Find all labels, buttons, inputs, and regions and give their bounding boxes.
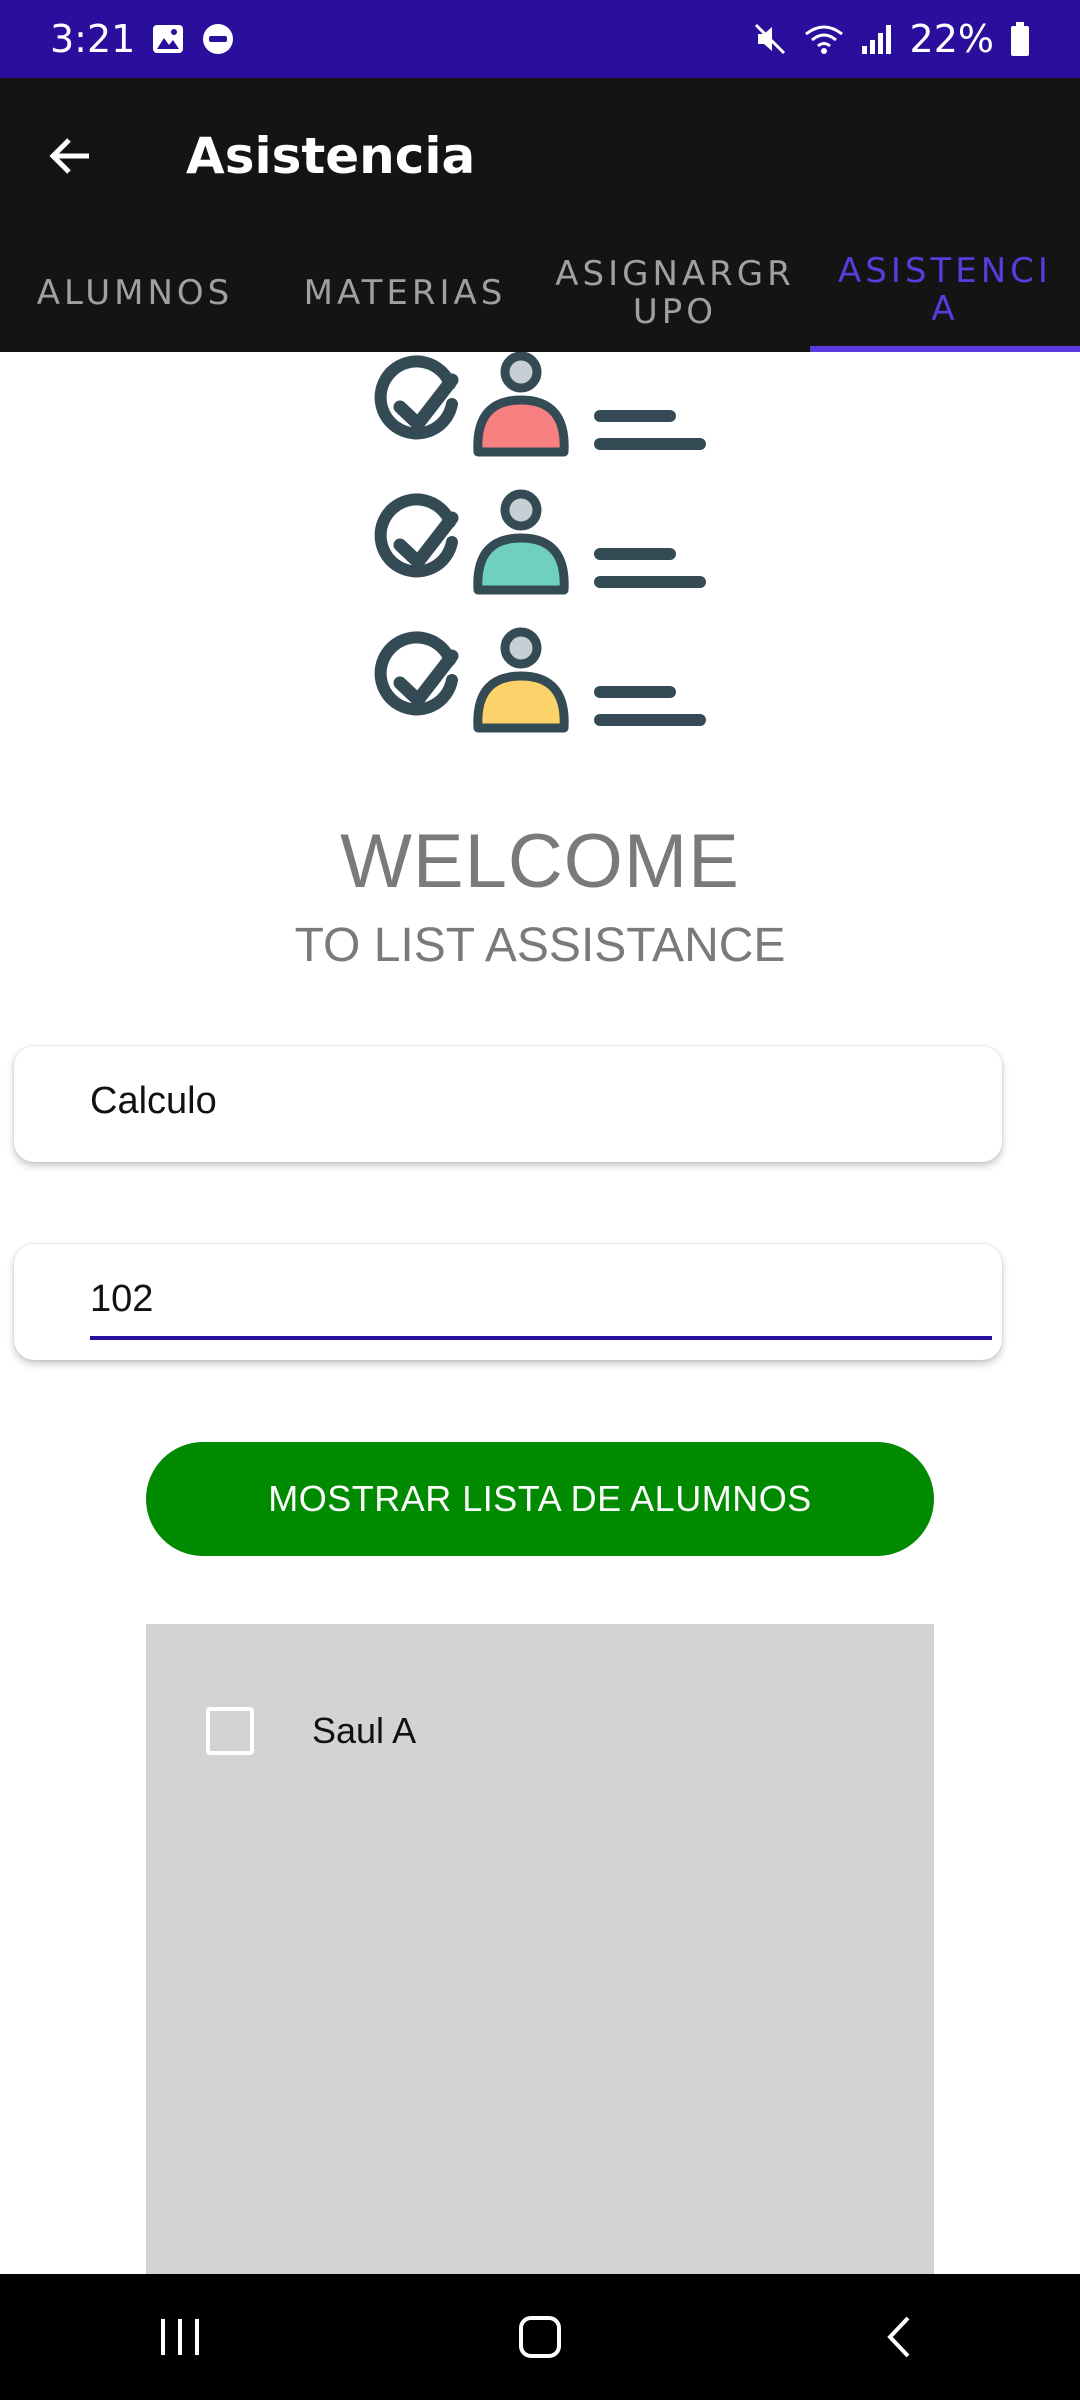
system-nav-bar <box>0 2274 1080 2400</box>
attendance-checkbox[interactable] <box>206 1707 254 1755</box>
mute-icon <box>752 21 788 57</box>
wifi-icon <box>804 22 844 56</box>
recent-apps-button[interactable] <box>135 2297 225 2377</box>
home-icon <box>519 2316 561 2358</box>
arrow-back-icon <box>49 138 89 174</box>
welcome-subtitle: TO LIST ASSISTANCE <box>294 919 786 972</box>
tab-asistencia[interactable]: ASISTENCI A <box>810 234 1080 352</box>
battery-percent: 22% <box>909 17 994 61</box>
attendance-illustration <box>374 352 706 733</box>
group-field[interactable]: 102 <box>14 1244 1002 1360</box>
chevron-back-icon <box>887 2316 910 2358</box>
attendance-row-2-icon <box>374 489 706 595</box>
subject-value: Calculo <box>90 1080 217 1122</box>
app-bar: Asistencia <box>0 78 1080 234</box>
status-bar: 3:21 22% <box>0 0 1080 78</box>
subject-field[interactable]: Calculo <box>14 1046 1002 1162</box>
signal-icon <box>860 22 894 56</box>
battery-icon <box>1010 21 1030 57</box>
attendance-row-3-icon <box>374 627 706 733</box>
student-list: Saul A <box>146 1624 934 2274</box>
welcome-title: WELCOME <box>340 819 740 904</box>
back-button[interactable] <box>36 121 106 191</box>
group-value: 102 <box>90 1278 154 1320</box>
status-right: 22% <box>752 17 1030 61</box>
do-not-disturb-icon <box>201 22 235 56</box>
student-name: Saul A <box>312 1710 417 1751</box>
page-title: Asistencia <box>186 127 476 185</box>
tab-materias[interactable]: MATERIAS <box>270 234 540 352</box>
attendance-row-1-icon <box>374 352 706 457</box>
group-field-underline <box>90 1336 992 1340</box>
tab-bar: ALUMNOS MATERIAS ASIGNARGR UPO ASISTENCI… <box>0 234 1080 352</box>
image-notification-icon <box>151 22 185 56</box>
list-item[interactable]: Saul A <box>146 1686 934 1776</box>
tab-alumnos[interactable]: ALUMNOS <box>0 234 270 352</box>
status-left: 3:21 <box>50 17 235 61</box>
tab-asignargrupo[interactable]: ASIGNARGR UPO <box>540 234 810 352</box>
home-button[interactable] <box>495 2297 585 2377</box>
recent-apps-icon <box>161 2319 199 2355</box>
show-student-list-button[interactable]: MOSTRAR LISTA DE ALUMNOS <box>146 1442 934 1556</box>
status-time: 3:21 <box>50 17 136 61</box>
back-nav-button[interactable] <box>855 2297 945 2377</box>
